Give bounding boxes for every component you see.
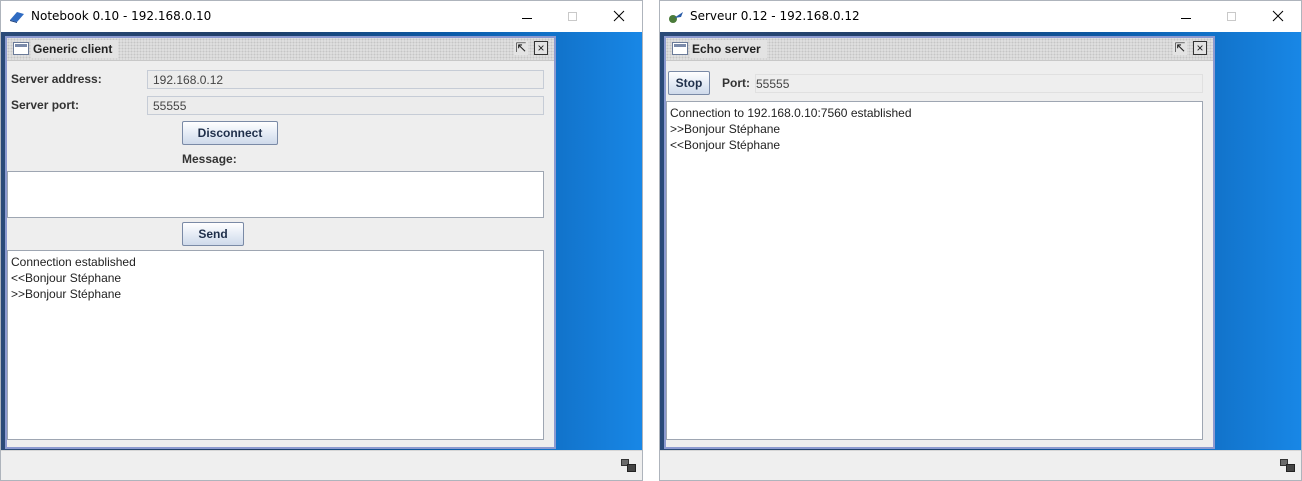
window-title: Notebook 0.10 - 192.168.0.10 <box>31 9 212 23</box>
window-titlebar[interactable]: Notebook 0.10 - 192.168.0.10 <box>1 1 642 32</box>
notebook-window: Notebook 0.10 - 192.168.0.10 Generic cli… <box>0 0 643 481</box>
frame-titlebar[interactable]: Echo server ⇱ × <box>666 38 1213 61</box>
window-title: Serveur 0.12 - 192.168.0.12 <box>690 9 860 23</box>
frame-icon <box>672 42 688 55</box>
desktop-area: Echo server ⇱ × Stop Port: 55555 Connect… <box>660 32 1301 453</box>
minimize-icon <box>522 18 532 19</box>
restore-icon[interactable]: ⇱ <box>1173 41 1187 55</box>
server-icon <box>669 12 683 23</box>
log-line: Connection established <box>11 255 136 269</box>
network-icon <box>1280 459 1295 472</box>
close-button[interactable] <box>1255 1 1301 32</box>
frame-titlebar[interactable]: Generic client ⇱ × <box>7 38 554 61</box>
log-line: <<Bonjour Stéphane <box>11 271 122 285</box>
close-button[interactable] <box>596 1 642 32</box>
status-bar <box>660 450 1301 480</box>
log-line: Connection to 192.168.0.10:7560 establis… <box>670 106 912 120</box>
minimize-button[interactable] <box>1163 1 1209 32</box>
disconnect-button[interactable]: Disconnect <box>182 121 278 145</box>
server-address-label: Server address: <box>11 72 102 86</box>
window-titlebar[interactable]: Serveur 0.12 - 192.168.0.12 <box>660 1 1301 32</box>
server-content: Stop Port: 55555 Connection to 192.168.0… <box>666 61 1213 447</box>
close-icon <box>613 10 625 22</box>
server-address-field[interactable]: 192.168.0.12 <box>147 70 544 89</box>
port-field[interactable]: 55555 <box>755 74 1203 93</box>
server-port-label: Server port: <box>11 98 80 112</box>
server-port-field[interactable]: 55555 <box>147 96 544 115</box>
log-line: >>Bonjour Stéphane <box>670 122 781 136</box>
port-label: Port: <box>722 76 750 90</box>
message-label: Message: <box>182 152 237 166</box>
maximize-button[interactable] <box>550 1 596 32</box>
server-window: Serveur 0.12 - 192.168.0.12 Echo server … <box>659 0 1302 481</box>
minimize-icon <box>1181 18 1191 19</box>
desktop-area: Generic client ⇱ × Server address: 192.1… <box>1 32 642 453</box>
status-bar <box>1 450 642 480</box>
frame-close-icon[interactable]: × <box>1193 41 1207 55</box>
frame-title: Generic client <box>31 40 119 58</box>
maximize-button[interactable] <box>1209 1 1255 32</box>
echo-server-frame: Echo server ⇱ × Stop Port: 55555 Connect… <box>664 36 1215 449</box>
message-input[interactable] <box>7 171 544 218</box>
client-log[interactable]: Connection established <<Bonjour Stéphan… <box>7 250 544 440</box>
restore-icon[interactable]: ⇱ <box>514 41 528 55</box>
generic-client-frame: Generic client ⇱ × Server address: 192.1… <box>5 36 556 449</box>
client-content: Server address: 192.168.0.12 Server port… <box>7 61 554 447</box>
network-icon <box>621 459 636 472</box>
server-log[interactable]: Connection to 192.168.0.10:7560 establis… <box>666 101 1203 440</box>
notebook-icon <box>10 12 24 23</box>
close-icon <box>1272 10 1284 22</box>
send-button[interactable]: Send <box>182 222 244 246</box>
maximize-icon <box>1227 12 1236 21</box>
log-line: >>Bonjour Stéphane <box>11 287 122 301</box>
maximize-icon <box>568 12 577 21</box>
frame-close-icon[interactable]: × <box>534 41 548 55</box>
frame-icon <box>13 42 29 55</box>
minimize-button[interactable] <box>504 1 550 32</box>
stop-button[interactable]: Stop <box>668 71 710 95</box>
frame-title: Echo server <box>690 40 767 58</box>
log-line: <<Bonjour Stéphane <box>670 138 781 152</box>
